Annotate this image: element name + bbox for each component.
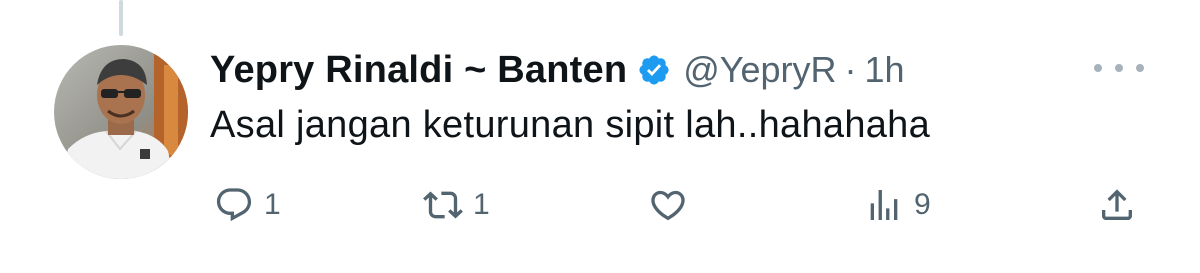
retweet-icon xyxy=(423,185,463,225)
share-icon xyxy=(1097,185,1137,225)
display-name[interactable]: Yepry Rinaldi ~ Banten xyxy=(210,49,627,92)
verified-badge-icon xyxy=(637,53,671,87)
thread-connector-line xyxy=(119,0,123,36)
views-count: 9 xyxy=(914,188,931,221)
separator-dot: · xyxy=(844,49,857,90)
retweet-count: 1 xyxy=(473,188,490,221)
like-button[interactable] xyxy=(648,183,688,227)
heart-icon xyxy=(648,185,688,225)
timestamp[interactable]: 1h xyxy=(865,49,905,91)
user-handle[interactable]: @YepryR xyxy=(683,49,836,91)
avatar-photo xyxy=(54,45,188,179)
views-button[interactable]: 9 xyxy=(864,183,931,227)
tweet-text: Asal jangan keturunan sipit lah..hahahah… xyxy=(210,104,931,146)
avatar[interactable] xyxy=(54,45,188,179)
reply-icon xyxy=(214,185,254,225)
share-button[interactable] xyxy=(1097,183,1137,227)
more-icon[interactable] xyxy=(1094,56,1144,80)
retweet-button[interactable]: 1 xyxy=(423,183,490,227)
reply-count: 1 xyxy=(264,188,281,221)
reply-button[interactable]: 1 xyxy=(214,183,281,227)
tweet-header: Yepry Rinaldi ~ Banten @YepryR · 1h xyxy=(210,42,905,98)
views-icon xyxy=(864,185,904,225)
